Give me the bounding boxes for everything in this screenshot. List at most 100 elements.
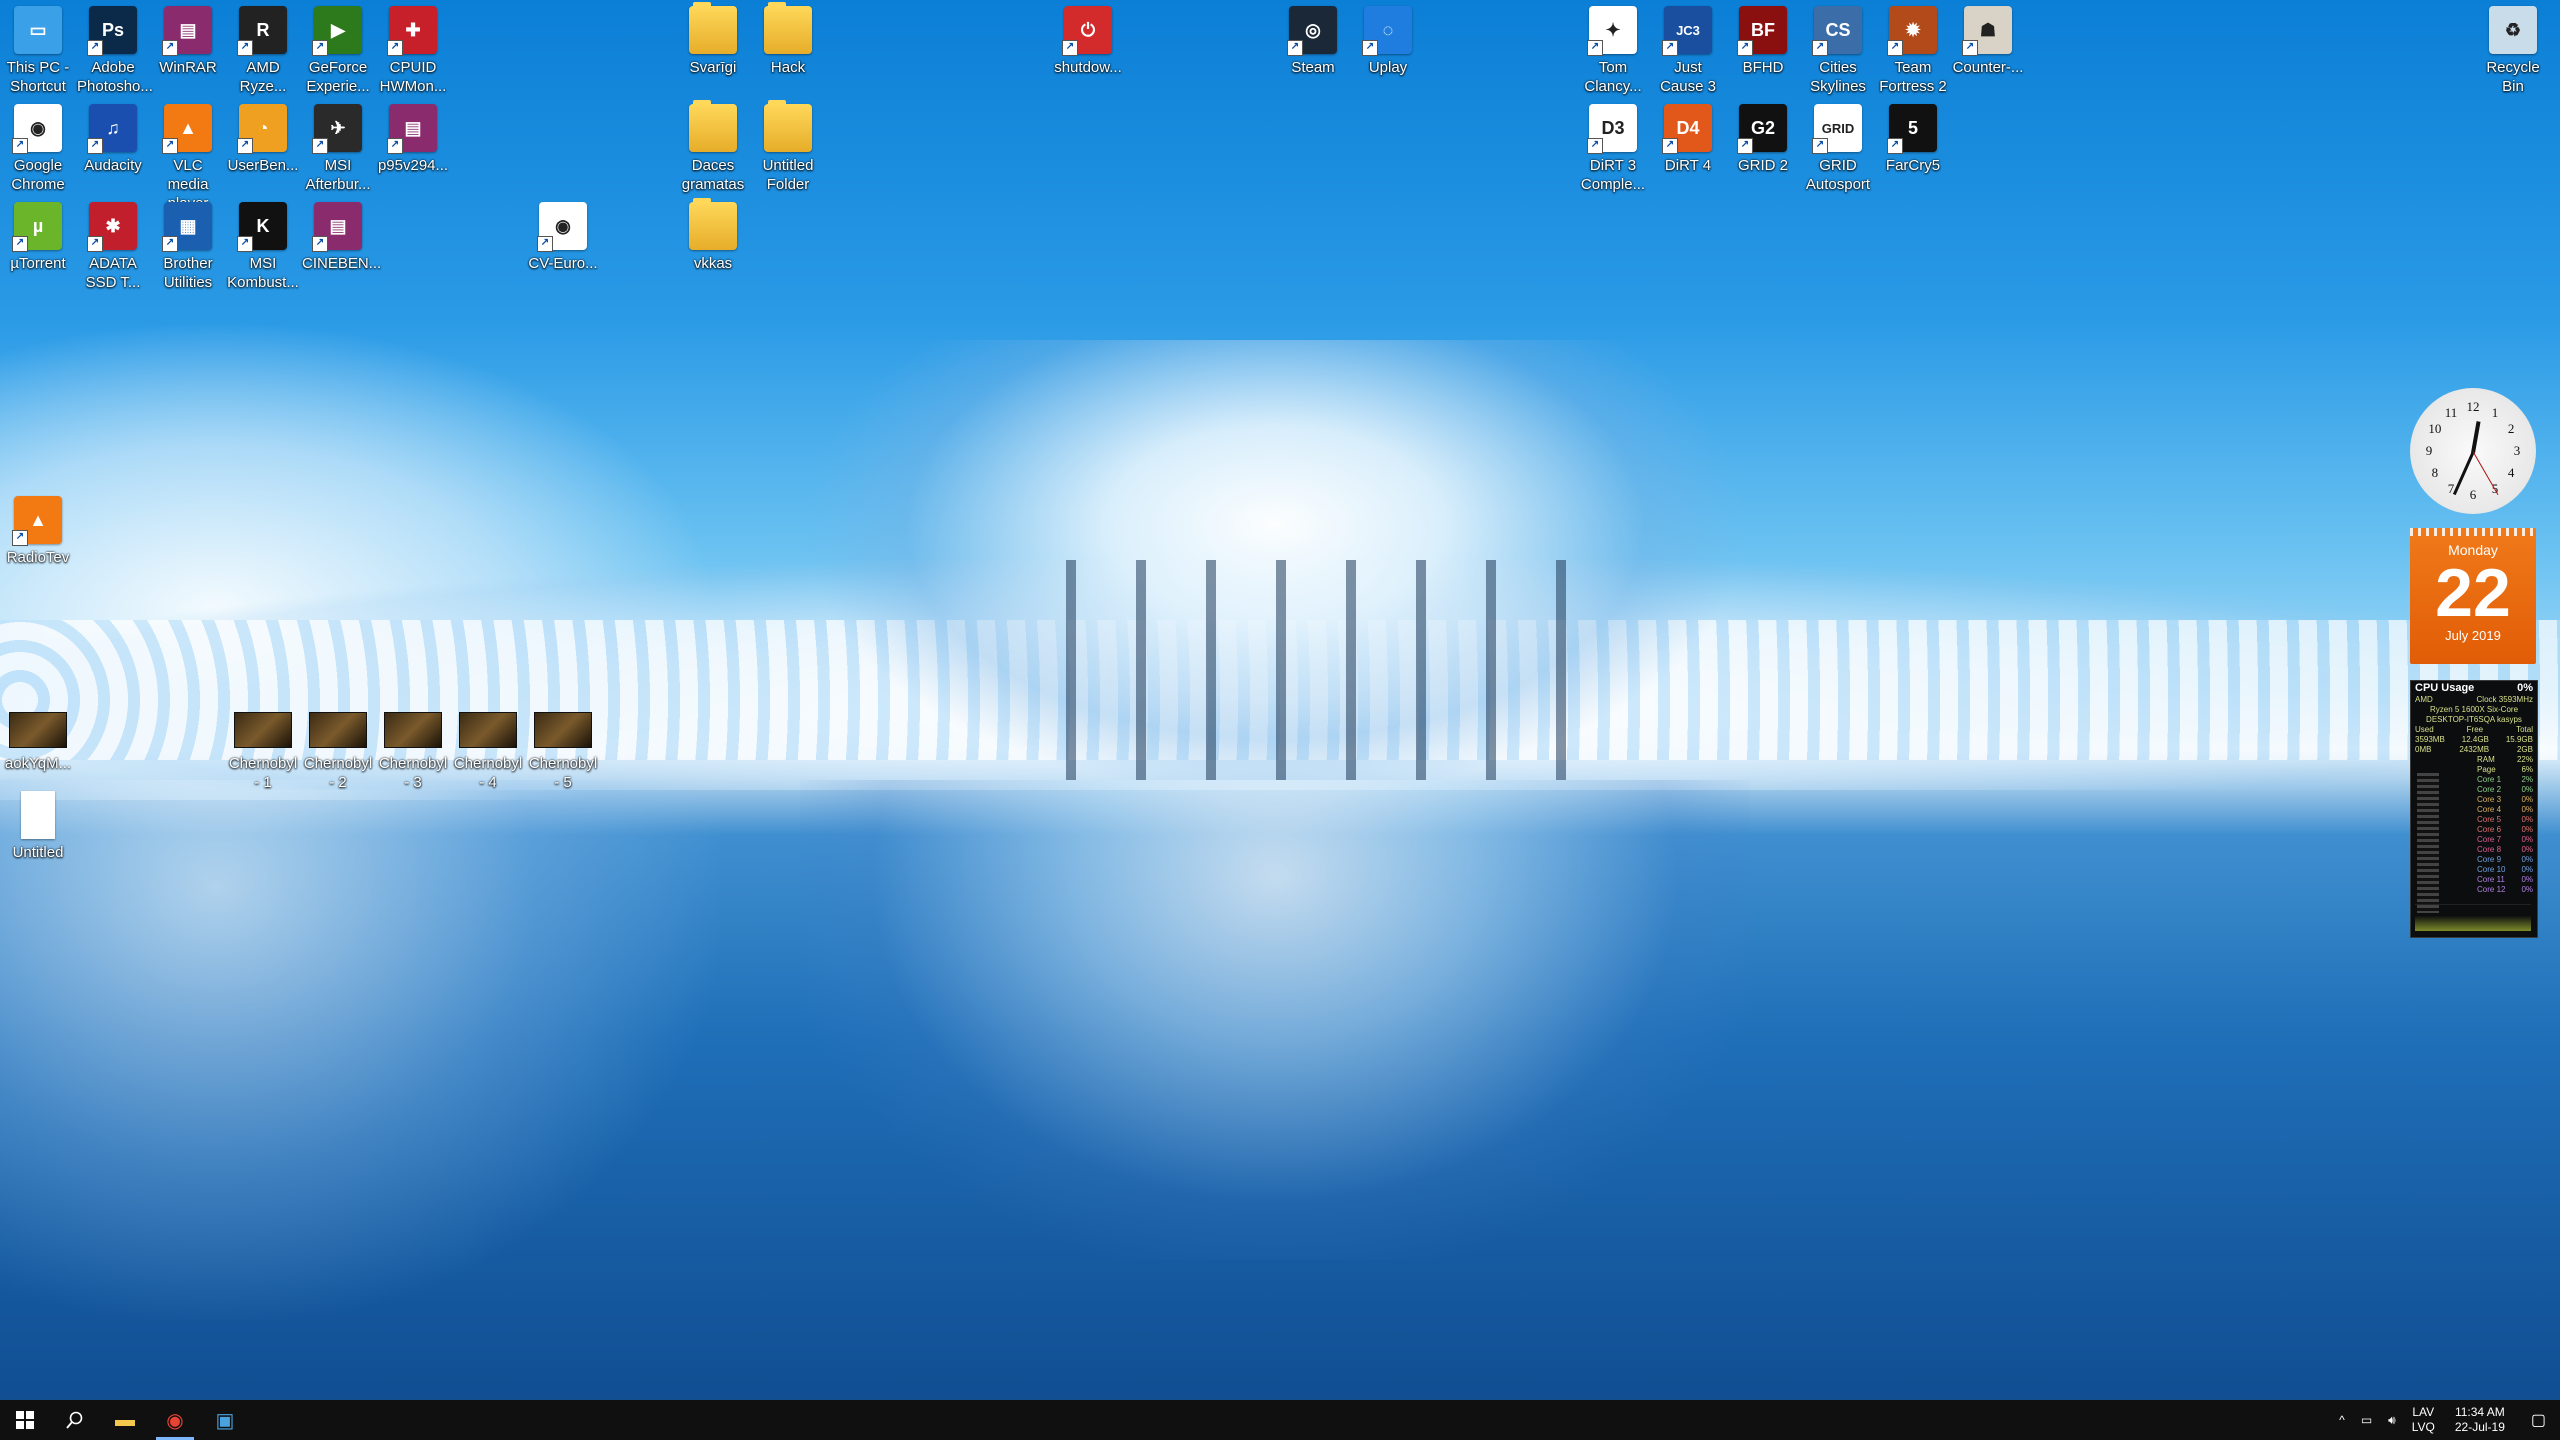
photoshop-glyph: Ps bbox=[101, 19, 125, 40]
desktop-icon-just-cause[interactable]: JC3 ↗ Just Cause 3 bbox=[1652, 4, 1724, 96]
desktop-icon-audacity[interactable]: ♫ ↗ Audacity bbox=[77, 102, 149, 175]
desktop-icon-label: MSI Afterbur... bbox=[305, 157, 371, 193]
desktop-icon-cv-euro[interactable]: ◉ ↗ CV-Euro... bbox=[527, 200, 599, 273]
cpu-row-value: 6% bbox=[2521, 765, 2533, 774]
desktop-icon-uplay[interactable]: ◌ ↗ Uplay bbox=[1352, 4, 1424, 77]
desktop-icon-label: Untitled bbox=[12, 844, 64, 861]
desktop-icon-photoshop[interactable]: Ps ↗ Adobe Photosho... bbox=[77, 4, 153, 96]
cpu-header-total: Total bbox=[2516, 725, 2533, 734]
dirt3-glyph: D3 bbox=[1601, 117, 1625, 138]
desktop-icon-dirt3[interactable]: D3 ↗ DiRT 3 Comple... bbox=[1577, 102, 1649, 194]
chernobyl5-video-thumbnail bbox=[534, 712, 592, 748]
desktop-icon-userbench[interactable]: ◔ ↗ UserBen... bbox=[227, 102, 299, 175]
dirt4-glyph: D4 bbox=[1676, 117, 1700, 138]
desktop-icon-recycle[interactable]: ♻ Recycle Bin bbox=[2477, 4, 2549, 96]
desktop-icon-dirt4[interactable]: D4 ↗ DiRT 4 bbox=[1652, 102, 1724, 175]
desktop-icon-geforce[interactable]: ▶ ↗ GeForce Experie... bbox=[302, 4, 374, 96]
adata-icon: ✱ ↗ bbox=[87, 202, 137, 252]
desktop-icon-amd-ryzen[interactable]: R ↗ AMD Ryze... bbox=[227, 4, 299, 96]
desktop-icon-label: Brother Utilities bbox=[163, 255, 213, 291]
tray-chevron-up-icon[interactable]: ^ bbox=[2331, 1413, 2353, 1427]
desktop-icon-hack[interactable]: Hack bbox=[752, 2, 824, 77]
language-indicator[interactable]: LAV LVQ bbox=[2404, 1405, 2443, 1435]
network-icon[interactable]: ▭ bbox=[2353, 1413, 2380, 1427]
vkkas-folder-icon bbox=[689, 198, 737, 250]
shortcut-arrow-icon: ↗ bbox=[1962, 40, 1978, 56]
notifications-icon[interactable]: ▢ bbox=[2517, 1410, 2560, 1430]
grid-auto-icon: GRID ↗ bbox=[1812, 104, 1862, 154]
desktop-icon-radio[interactable]: ▲ ↗ RadioTev bbox=[2, 494, 74, 567]
desktop-icon-tom-clancy[interactable]: ✦ ↗ Tom Clancy... bbox=[1577, 4, 1649, 96]
taskbar-time: 11:34 AM bbox=[2454, 1405, 2505, 1419]
desktop-icon-shutdown[interactable]: ⏻ ↗ shutdow... bbox=[1052, 4, 1124, 77]
chrome-icon: ◉ bbox=[166, 1409, 184, 1432]
desktop-icon-cities[interactable]: CS ↗ Cities Skylines bbox=[1802, 4, 1874, 96]
taskbar-app-icon[interactable]: ▣ bbox=[200, 1400, 250, 1440]
cpu-row-value: 0% bbox=[2521, 825, 2533, 834]
taskbar-clock[interactable]: 11:34 AM 22-Jul-19 bbox=[2443, 1405, 2517, 1435]
desktop-icon-grid-auto[interactable]: GRID ↗ GRID Autosport bbox=[1802, 102, 1874, 194]
desktop-icon-chernobyl5[interactable]: Chernobyl - 5 bbox=[527, 704, 599, 792]
cpu-page-values: 0MB 2432MB 2GB bbox=[2411, 745, 2537, 755]
desktop-icon-this-pc[interactable]: ▭ This PC - Shortcut bbox=[2, 4, 74, 96]
search-icon[interactable] bbox=[50, 1400, 100, 1440]
desktop-icon-label: Counter-... bbox=[1952, 59, 2024, 76]
cpu-usage-gadget[interactable]: CPU Usage 0% AMD Clock 3593MHz Ryzen 5 1… bbox=[2410, 680, 2538, 938]
desktop-icon-bfhd[interactable]: BF ↗ BFHD bbox=[1727, 4, 1799, 77]
taskbar-file-explorer-icon[interactable]: ▬ bbox=[100, 1400, 150, 1440]
desktop-icon-steam[interactable]: ◎ ↗ Steam bbox=[1277, 4, 1349, 77]
cpu-bar-meter bbox=[2417, 773, 2439, 913]
cpuid-icon: ✚ ↗ bbox=[387, 6, 437, 56]
wallpaper-water-reflection bbox=[800, 780, 1750, 1260]
desktop-icon-farcry5[interactable]: 5 ↗ FarCry5 bbox=[1877, 102, 1949, 175]
desktop-icon-winrar[interactable]: ▤ ↗ WinRAR bbox=[152, 4, 224, 77]
desktop-icon-chernobyl1[interactable]: Chernobyl - 1 bbox=[227, 704, 299, 792]
cpu-row-value: 0% bbox=[2521, 885, 2533, 894]
shortcut-arrow-icon: ↗ bbox=[1887, 40, 1903, 56]
chrome-glyph: ◉ bbox=[30, 117, 46, 138]
brother-icon: ▦ ↗ bbox=[162, 202, 212, 252]
desktop-icon-counter[interactable]: ☗ ↗ Counter-... bbox=[1952, 4, 2024, 77]
desktop-icon-adata[interactable]: ✱ ↗ ADATA SSD T... bbox=[77, 200, 149, 292]
clock-number: 10 bbox=[2428, 421, 2442, 436]
desktop-icon-msi-kombustor[interactable]: K ↗ MSI Kombust... bbox=[227, 200, 299, 292]
desktop-icon-brother[interactable]: ▦ ↗ Brother Utilities bbox=[152, 200, 224, 292]
desktop-icon-tf2[interactable]: ✹ ↗ Team Fortress 2 bbox=[1877, 4, 1949, 96]
windows-start-icon[interactable] bbox=[0, 1400, 50, 1440]
desktop-icon-utorrent[interactable]: µ ↗ µTorrent bbox=[2, 200, 74, 273]
clock-number: 8 bbox=[2431, 465, 2439, 480]
cv-euro-icon: ◉ ↗ bbox=[537, 202, 587, 252]
desktop-icon-vlc[interactable]: ▲↗VLC media player bbox=[152, 102, 224, 213]
desktop-icon-cpuid[interactable]: ✚ ↗ CPUID HWMon... bbox=[377, 4, 449, 96]
desktop-icon-chernobyl2[interactable]: Chernobyl - 2 bbox=[302, 704, 374, 792]
desktop-icon-svarigi[interactable]: Svarīgi bbox=[677, 2, 749, 77]
desktop-icon-chernobyl3[interactable]: Chernobyl - 3 bbox=[377, 704, 449, 792]
msi-kombustor-icon: K ↗ bbox=[237, 202, 287, 252]
desktop-icon-untitled-file[interactable]: Untitled bbox=[2, 789, 74, 862]
userbench-glyph: ◔ bbox=[257, 117, 269, 138]
cpu-mem-used: 3593MB bbox=[2415, 735, 2445, 744]
taskbar-chrome-icon[interactable]: ◉ bbox=[150, 1400, 200, 1440]
desktop-icon-vkkas[interactable]: vkkas bbox=[677, 198, 749, 273]
cpu-mem-headers: Used Free Total bbox=[2411, 725, 2537, 735]
cinebench-icon: ▤ ↗ bbox=[312, 202, 362, 252]
desktop-icon-cinebench[interactable]: ▤ ↗ CINEBEN... bbox=[302, 200, 381, 273]
desktop-icon-daces[interactable]: Daces gramatas bbox=[677, 100, 749, 194]
shortcut-arrow-icon: ↗ bbox=[312, 236, 328, 252]
audacity-glyph: ♫ bbox=[106, 117, 120, 138]
brother-glyph: ▦ bbox=[179, 215, 197, 236]
desktop-icon-untitled-folder[interactable]: Untitled Folder bbox=[752, 100, 824, 194]
desktop-icon-aok[interactable]: aokYqM... bbox=[2, 704, 74, 773]
desktop-icon-msi-afterburner[interactable]: ✈ ↗ MSI Afterbur... bbox=[302, 102, 374, 194]
calendar-gadget[interactable]: Monday 22 July 2019 bbox=[2410, 528, 2536, 664]
volume-icon[interactable]: 🔊︎ bbox=[2380, 1413, 2404, 1428]
clock-number: 2 bbox=[2507, 421, 2515, 436]
desktop-icon-chrome[interactable]: ◉ ↗ Google Chrome bbox=[2, 102, 74, 194]
analog-clock-gadget[interactable]: 121234567891011 bbox=[2410, 388, 2536, 514]
msi-kombustor-glyph: K bbox=[256, 215, 270, 236]
desktop-icon-label: UserBen... bbox=[227, 157, 299, 174]
cpu-row-label: Page bbox=[2477, 765, 2496, 774]
desktop-icon-chernobyl4[interactable]: Chernobyl - 4 bbox=[452, 704, 524, 792]
desktop-icon-p95[interactable]: ▤ ↗ p95v294... bbox=[377, 102, 449, 175]
desktop-icon-grid2[interactable]: G2 ↗ GRID 2 bbox=[1727, 102, 1799, 175]
